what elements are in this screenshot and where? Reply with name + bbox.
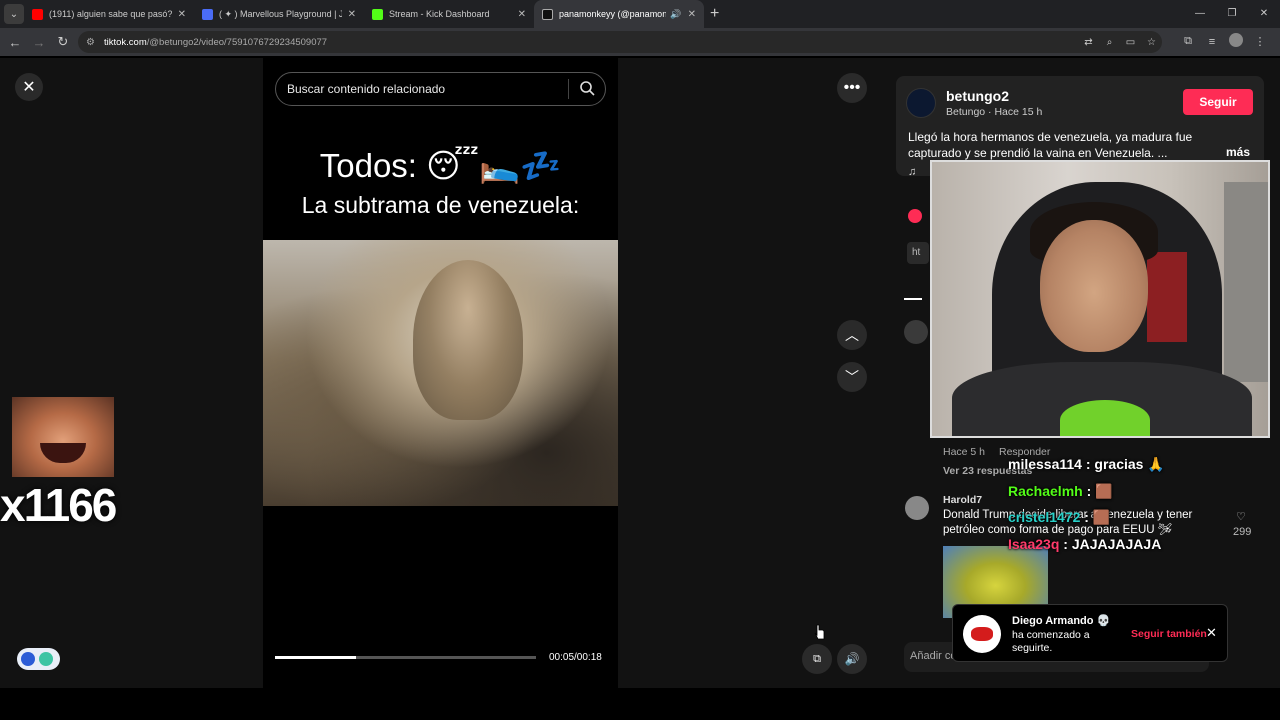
speaker-icon[interactable]: 🔊: [670, 9, 681, 20]
extension-badge[interactable]: [17, 648, 60, 670]
youtube-icon: [32, 8, 43, 20]
related-search-input[interactable]: Buscar contenido relacionado: [275, 72, 606, 106]
browser-menu-icon[interactable]: ⋮: [1248, 35, 1272, 48]
more-options-icon[interactable]: •••: [837, 73, 867, 103]
tab-youtube[interactable]: (1911) alguien sabe que pasó? ✕: [24, 0, 194, 28]
address-bar-row: ← → ↻ ⚙ tiktok.com /@betungo2/video/7591…: [0, 28, 1280, 56]
omnibox-actions: ⇄ ⌕ ▭ ☆: [1078, 31, 1162, 53]
chat-message: Isaa23q : JAJAJAJAJA: [1008, 536, 1161, 552]
cast-icon[interactable]: ▭: [1120, 37, 1141, 48]
chat-text: : 🟫: [1084, 509, 1111, 525]
window-controls: — ❐ ✕: [1184, 0, 1280, 28]
chat-text: : gracias 🙏: [1085, 456, 1165, 472]
search-icon[interactable]: [579, 80, 595, 96]
chat-text: : 🟫: [1086, 483, 1113, 499]
video-player[interactable]: Buscar contenido relacionado Todos: 😴🛌💤 …: [263, 58, 618, 688]
emote-overlay-image: [12, 397, 114, 477]
video-caption-line1: Todos: 😴🛌💤: [319, 147, 562, 184]
follow-back-button[interactable]: Seguir también: [1131, 628, 1207, 640]
follower-name[interactable]: Diego Armando 💀: [1012, 614, 1110, 627]
kick-icon: [372, 8, 383, 20]
close-tab-icon[interactable]: ✕: [688, 9, 696, 20]
video-frame-image: [263, 240, 618, 506]
tab-title: ( ✦ ) Marvellous Playground | Ju: [219, 8, 342, 19]
forward-icon[interactable]: →: [27, 35, 51, 50]
browser-tab-bar: ⌄ (1911) alguien sabe que pasó? ✕ ( ✦ ) …: [0, 0, 1280, 28]
comment-time: Hace 5 h: [943, 446, 986, 458]
next-video-icon[interactable]: ﹀: [837, 362, 867, 392]
chat-username: milessa114: [1008, 456, 1082, 472]
more-link[interactable]: más: [1226, 145, 1250, 159]
previous-video-icon[interactable]: ︿: [837, 320, 867, 350]
bookmark-star-icon[interactable]: ☆: [1141, 37, 1162, 48]
extension-icons: ⧉ ≡ ⋮: [1176, 33, 1272, 50]
commenter-name[interactable]: Harold7: [943, 494, 982, 506]
commenter-avatar[interactable]: [905, 496, 929, 520]
commenter-avatar[interactable]: [904, 320, 928, 344]
chat-message: Rachaelmh : 🟫: [1008, 483, 1113, 500]
site-info-icon[interactable]: ⚙: [86, 37, 100, 48]
tab-title: panamonkeyy (@panamon: [559, 9, 667, 19]
notification-text: ha comenzado a seguirte.: [1012, 629, 1090, 654]
playground-icon: [202, 8, 213, 20]
close-window-icon[interactable]: ✕: [1248, 0, 1280, 28]
tab-title: (1911) alguien sabe que pasó?: [49, 9, 172, 19]
comment-like-icon[interactable]: ♡: [1236, 510, 1246, 523]
close-tab-icon[interactable]: ✕: [348, 9, 356, 20]
zoom-icon[interactable]: ⌕: [1099, 37, 1120, 48]
translate-icon[interactable]: ⇄: [1078, 37, 1099, 48]
emote-combo-count: x1166: [0, 479, 117, 531]
media-control-icon[interactable]: ≡: [1200, 36, 1224, 48]
new-tab-icon[interactable]: +: [710, 5, 719, 23]
back-icon[interactable]: ←: [3, 35, 27, 50]
music-note-icon[interactable]: ♫: [908, 166, 916, 178]
video-description: Llegó la hora hermanos de venezuela, ya …: [908, 130, 1193, 160]
tab-title: Stream - Kick Dashboard: [389, 9, 490, 19]
restore-icon[interactable]: ❐: [1216, 0, 1248, 28]
follow-button[interactable]: Seguir: [1183, 89, 1253, 115]
tiktok-icon: [542, 8, 553, 20]
video-caption-line2: La subtrama de venezuela:: [301, 192, 580, 218]
author-username[interactable]: betungo2: [946, 88, 1009, 104]
mouse-cursor-icon: [814, 624, 825, 640]
chat-message: milessa114 : gracias 🙏: [1008, 456, 1165, 473]
chat-username: cristel1472: [1008, 509, 1081, 525]
power-icon: [39, 652, 53, 666]
chat-message: cristel1472 : 🟫: [1008, 509, 1110, 526]
chat-username: Rachaelmh: [1008, 483, 1083, 499]
pip-icon[interactable]: ⧉: [802, 644, 832, 674]
follow-notification: Diego Armando 💀 ha comenzado a seguirte.…: [952, 604, 1228, 662]
profile-avatar[interactable]: [1224, 33, 1248, 50]
author-subtitle: Betungo · Hace 15 h: [946, 106, 1043, 118]
url-domain: tiktok.com: [104, 36, 147, 48]
tab-tiktok[interactable]: panamonkeyy (@panamon 🔊 ✕: [534, 0, 704, 28]
volume-icon[interactable]: 🔊: [837, 644, 867, 674]
close-tab-icon[interactable]: ✕: [178, 9, 186, 20]
video-time: 00:05/00:18: [549, 652, 602, 663]
author-avatar[interactable]: [906, 88, 936, 118]
comments-tab-indicator: [904, 298, 922, 300]
minimize-icon[interactable]: —: [1184, 0, 1216, 28]
play-icon: [21, 652, 35, 666]
reload-icon[interactable]: ↻: [51, 34, 75, 50]
link-chip[interactable]: ht: [907, 242, 929, 264]
tab-search-icon[interactable]: ⌄: [4, 4, 24, 24]
close-tab-icon[interactable]: ✕: [518, 9, 526, 20]
chat-username: Isaa23q: [1008, 536, 1060, 552]
bottom-bar: [0, 688, 1280, 720]
follower-avatar[interactable]: [963, 615, 1001, 653]
like-heart-icon[interactable]: [908, 209, 922, 223]
tab-playground[interactable]: ( ✦ ) Marvellous Playground | Ju ✕: [194, 0, 364, 28]
extensions-puzzle-icon[interactable]: ⧉: [1176, 35, 1200, 48]
chat-text: : JAJAJAJAJA: [1063, 536, 1162, 552]
streamer-webcam-overlay: [930, 160, 1270, 438]
url-path: /@betungo2/video/7591076729234509077: [146, 36, 328, 48]
video-progress-bar[interactable]: [275, 656, 536, 659]
tab-kick[interactable]: Stream - Kick Dashboard ✕: [364, 0, 534, 28]
close-video-button[interactable]: ✕: [15, 73, 43, 101]
close-notification-icon[interactable]: ✕: [1206, 625, 1217, 641]
comment-like-count: 299: [1233, 526, 1252, 538]
search-placeholder: Buscar contenido relacionado: [287, 82, 446, 96]
url-field[interactable]: ⚙ tiktok.com /@betungo2/video/7591076729…: [78, 31, 1162, 53]
